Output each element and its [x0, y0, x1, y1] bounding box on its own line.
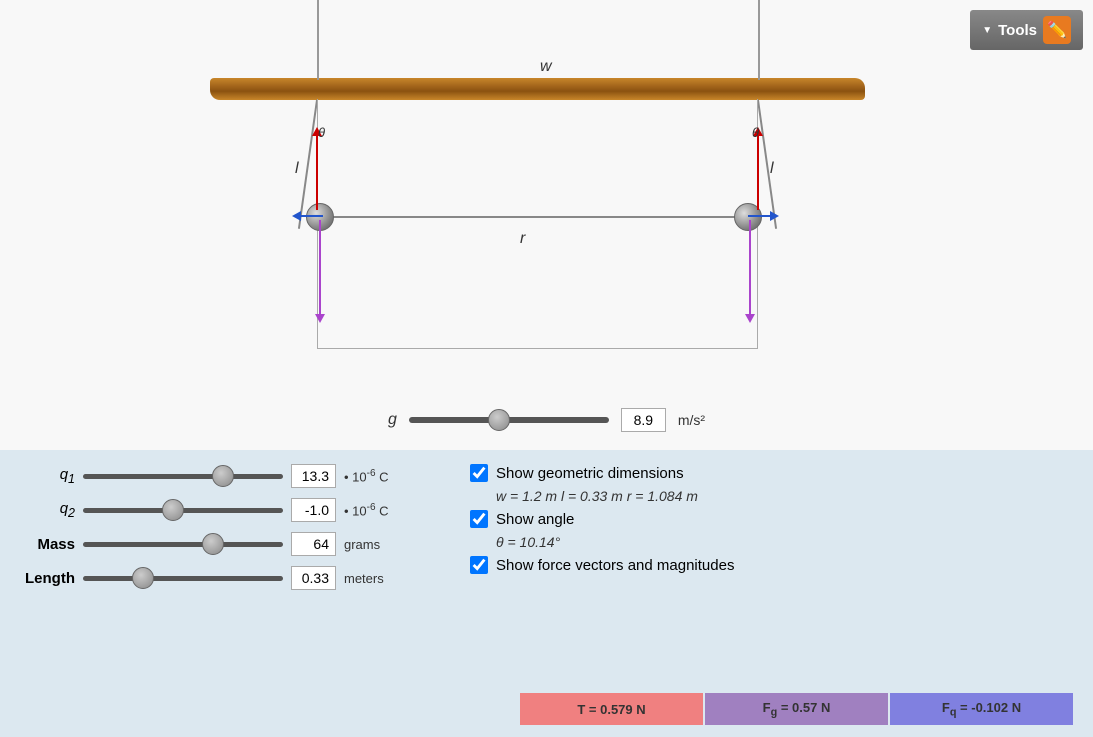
q1-value-box[interactable]: 13.3 — [291, 464, 336, 488]
q1-slider-thumb[interactable] — [212, 465, 234, 487]
l-label-right: l — [770, 160, 774, 178]
gravity-arrow-left — [319, 220, 321, 320]
mass-label: Mass — [20, 536, 75, 553]
tools-button[interactable]: ▼ Tools ✏️ — [970, 10, 1083, 50]
g-slider-track[interactable] — [409, 417, 609, 423]
q1-exponent: -6 — [367, 468, 376, 479]
simulation-area: ▼ Tools ✏️ w r l l θ θ g 8.9 m/s² — [0, 0, 1093, 450]
string-right-top — [758, 0, 760, 80]
q2-row: q2 -1.0 • 10-6 C — [20, 498, 440, 522]
force-T-value: T = 0.579 N — [577, 702, 645, 717]
mass-slider-thumb[interactable] — [202, 533, 224, 555]
length-slider-track[interactable] — [83, 576, 283, 581]
beam — [210, 78, 865, 100]
q2-slider-track[interactable] — [83, 508, 283, 513]
g-value-box[interactable]: 8.9 — [621, 408, 666, 432]
angle-value: θ = 10.14° — [496, 534, 1073, 550]
l-label-left: l — [295, 160, 299, 178]
show-geometric-checkbox[interactable] — [470, 464, 488, 482]
force-bar-Fg: Fg = 0.57 N — [705, 693, 888, 725]
show-geometric-row: Show geometric dimensions — [470, 464, 1073, 482]
show-force-label: Show force vectors and magnitudes — [496, 557, 734, 574]
show-angle-checkbox[interactable] — [470, 510, 488, 528]
w-label: w — [540, 58, 552, 76]
length-unit: meters — [344, 571, 384, 586]
q2-value-box[interactable]: -1.0 — [291, 498, 336, 522]
gravity-arrow-right — [749, 220, 751, 320]
q2-unit: • 10-6 C — [344, 502, 389, 518]
show-force-row: Show force vectors and magnitudes — [470, 556, 1073, 574]
tension-arrow-right — [757, 130, 759, 210]
length-row: Length 0.33 meters — [20, 566, 440, 590]
force-Fg-value: Fg = 0.57 N — [763, 700, 831, 719]
show-geometric-label: Show geometric dimensions — [496, 465, 684, 482]
show-angle-label: Show angle — [496, 511, 574, 528]
g-slider-area: g 8.9 m/s² — [0, 408, 1093, 432]
tools-icon: ✏️ — [1043, 16, 1071, 44]
g-label: g — [388, 411, 397, 429]
force-bar-T: T = 0.579 N — [520, 693, 703, 725]
controls-panel: q1 13.3 • 10-6 C q2 -1.0 • 10-6 C Mass — [0, 450, 1093, 737]
string-left-top — [317, 0, 319, 80]
force-arrow-right — [748, 215, 776, 217]
force-arrow-left — [295, 215, 323, 217]
chevron-icon: ▼ — [982, 25, 992, 36]
hline-bottom — [317, 348, 758, 349]
q2-label: q2 — [20, 500, 75, 520]
force-bars: T = 0.579 N Fg = 0.57 N Fq = -0.102 N — [520, 693, 1073, 725]
force-Fq-value: Fq = -0.102 N — [942, 700, 1021, 719]
dimension-values: w = 1.2 m l = 0.33 m r = 1.084 m — [496, 488, 1073, 504]
q2-slider-thumb[interactable] — [162, 499, 184, 521]
tools-label: Tools — [998, 22, 1037, 39]
show-angle-row: Show angle — [470, 510, 1073, 528]
r-label: r — [520, 230, 525, 248]
theta-label-right: θ — [752, 125, 759, 140]
force-bar-Fq: Fq = -0.102 N — [890, 693, 1073, 725]
theta-label-left: θ — [318, 125, 325, 140]
r-line — [320, 216, 750, 218]
left-controls: q1 13.3 • 10-6 C q2 -1.0 • 10-6 C Mass — [20, 464, 440, 723]
mass-unit: grams — [344, 537, 380, 552]
q2-exponent: -6 — [367, 502, 376, 513]
show-force-checkbox[interactable] — [470, 556, 488, 574]
tension-arrow-left — [316, 130, 318, 210]
g-unit-label: m/s² — [678, 412, 705, 428]
q1-row: q1 13.3 • 10-6 C — [20, 464, 440, 488]
g-slider-thumb[interactable] — [488, 409, 510, 431]
right-controls: Show geometric dimensions w = 1.2 m l = … — [470, 464, 1073, 723]
mass-value-box[interactable]: 64 — [291, 532, 336, 556]
q1-label: q1 — [20, 466, 75, 486]
mass-slider-track[interactable] — [83, 542, 283, 547]
mass-row: Mass 64 grams — [20, 532, 440, 556]
length-slider-thumb[interactable] — [132, 567, 154, 589]
q1-unit: • 10-6 C — [344, 468, 389, 484]
length-label: Length — [20, 570, 75, 587]
length-value-box[interactable]: 0.33 — [291, 566, 336, 590]
q1-slider-track[interactable] — [83, 474, 283, 479]
